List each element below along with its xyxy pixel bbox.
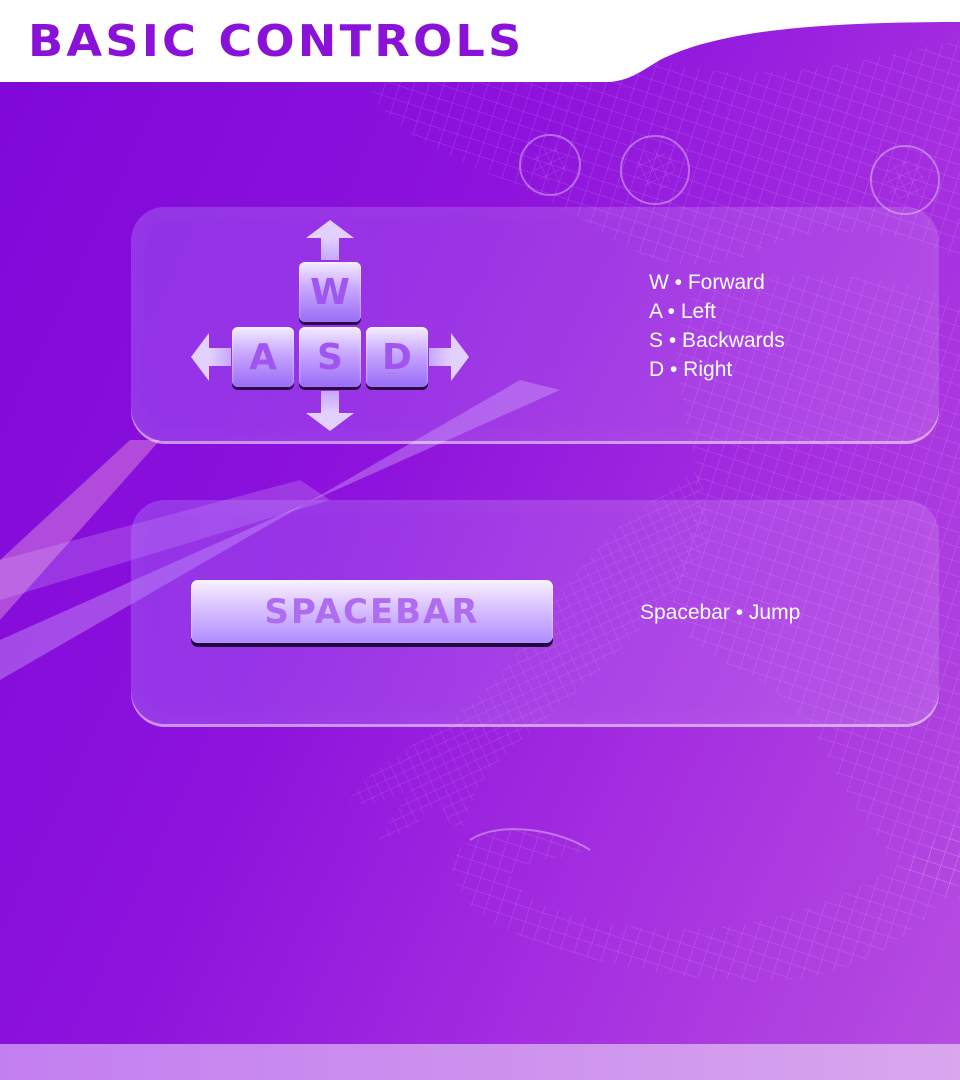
arrow-down-icon [306,413,354,431]
arrow-left-icon [191,333,209,381]
movement-legend: W • Forward A • Left S • Backwards D • R… [649,268,785,384]
arrow-down-icon-stem [321,391,339,413]
arrow-right-icon [451,333,469,381]
arrow-up-icon-stem [321,238,339,260]
movement-controls-panel [131,207,939,441]
legend-left: A • Left [649,300,716,323]
key-s: S [299,327,361,387]
legend-right: D • Right [649,358,733,381]
arrow-up-icon [306,220,354,238]
arrow-right-icon-stem [429,348,451,366]
arrow-left-icon-stem [209,348,231,366]
footer-bar [0,1044,960,1080]
page-title: BASIC CONTROLS [28,16,525,67]
controls-screen: BASIC CONTROLS W A S D W • Forward A • L… [0,0,960,1080]
legend-backwards: S • Backwards [649,329,785,352]
legend-forward: W • Forward [649,271,765,294]
key-spacebar: SPACEBAR [191,580,553,643]
key-d: D [366,327,428,387]
legend-jump: Spacebar • Jump [640,601,801,624]
key-a: A [232,327,294,387]
key-w: W [299,262,361,322]
